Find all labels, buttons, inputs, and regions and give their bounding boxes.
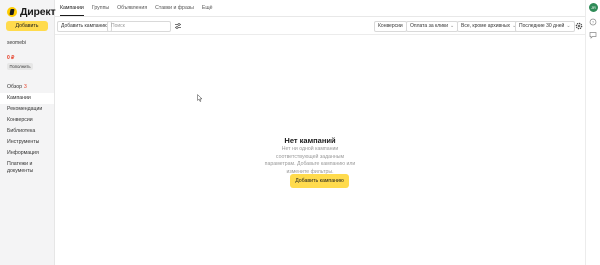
- payment-label: Оплата за клики: [410, 23, 448, 29]
- tab-more[interactable]: Ещё: [202, 0, 213, 16]
- sidebar-item-overview[interactable]: Обзор 3: [0, 82, 54, 93]
- empty-add-campaign-button[interactable]: Добавить кампанию: [290, 174, 349, 188]
- sidebar-item-label: Информация: [7, 150, 39, 156]
- topup-button[interactable]: Пополнить: [7, 63, 33, 70]
- app-logo[interactable]: Директ: [7, 6, 56, 18]
- svg-text:?: ?: [592, 19, 595, 24]
- sidebar-item-label: Конверсии: [7, 117, 33, 123]
- direct-logo-icon: [7, 7, 17, 17]
- status-filter-select[interactable]: Все, кроме архивных⌄: [457, 21, 521, 32]
- chevron-down-icon: ⌄: [450, 23, 455, 29]
- sidebar-item-campaigns[interactable]: Кампании: [0, 93, 54, 104]
- search-placeholder: Поиск: [111, 23, 125, 29]
- sidebar-item-conversions[interactable]: Конверсии: [0, 115, 54, 126]
- sidebar: Директ Добавить seomebi 0 ₽ Пополнить Об…: [0, 0, 56, 265]
- payment-select[interactable]: Оплата за клики ⌄: [406, 21, 459, 32]
- sidebar-item-label: Библиотека: [7, 128, 36, 134]
- account-name[interactable]: seomebi: [7, 40, 26, 46]
- avatar[interactable]: JR: [589, 3, 598, 12]
- add-button[interactable]: Добавить: [6, 21, 48, 31]
- conversions-label: Конверсии: [378, 23, 403, 29]
- empty-state-title: Нет кампаний: [284, 136, 336, 145]
- empty-state-text: Нет ни одной кампании соответствующей за…: [264, 146, 356, 175]
- sidebar-item-tools[interactable]: Инструменты: [0, 137, 54, 148]
- sidebar-item-label: Обзор: [7, 84, 22, 90]
- sidebar-item-label: Рекомендации: [7, 106, 43, 112]
- tab-groups[interactable]: Группы: [92, 0, 109, 16]
- tab-ads[interactable]: Объявления: [117, 0, 147, 16]
- sidebar-item-information[interactable]: Информация: [0, 148, 54, 159]
- search-input[interactable]: Поиск: [107, 21, 171, 32]
- notification-badge: 3: [23, 84, 27, 90]
- sidebar-item-payments[interactable]: Платежи и документы: [0, 159, 50, 176]
- tab-campaigns[interactable]: Кампании: [60, 0, 84, 16]
- filter-icon[interactable]: [174, 22, 182, 30]
- sidebar-item-label: Инструменты: [7, 139, 40, 145]
- account-balance: 0 ₽: [7, 55, 15, 61]
- chat-icon[interactable]: [589, 31, 597, 39]
- app-name: Директ: [20, 6, 56, 18]
- top-tabs: Кампании Группы Объявления Ставки и фраз…: [60, 0, 213, 16]
- conversions-button[interactable]: Конверсии: [374, 21, 407, 32]
- sidebar-item-recommendations[interactable]: Рекомендации: [0, 104, 54, 115]
- period-select[interactable]: Последние 30 дней ⌄: [515, 21, 575, 32]
- sidebar-item-label: Кампании: [7, 95, 31, 101]
- status-filter-label: Все, кроме архивных: [461, 23, 511, 29]
- toolbar-divider: [55, 34, 586, 35]
- add-campaign-button[interactable]: Добавить кампанию: [57, 21, 112, 32]
- help-icon[interactable]: ?: [589, 18, 597, 26]
- chevron-down-icon: ⌄: [566, 23, 571, 29]
- mouse-cursor-icon: [197, 94, 203, 102]
- sidebar-item-label: Платежи и документы: [7, 161, 34, 174]
- right-rail: JR ?: [585, 0, 600, 265]
- sidebar-item-library[interactable]: Библиотека: [0, 126, 54, 137]
- tab-bids-phrases[interactable]: Ставки и фразы: [155, 0, 194, 16]
- gear-icon[interactable]: [575, 22, 583, 30]
- sidebar-nav: Обзор 3 Кампании Рекомендации Конверсии Б…: [0, 82, 54, 176]
- tabs-divider: [55, 16, 586, 17]
- period-label: Последние 30 дней: [519, 23, 565, 29]
